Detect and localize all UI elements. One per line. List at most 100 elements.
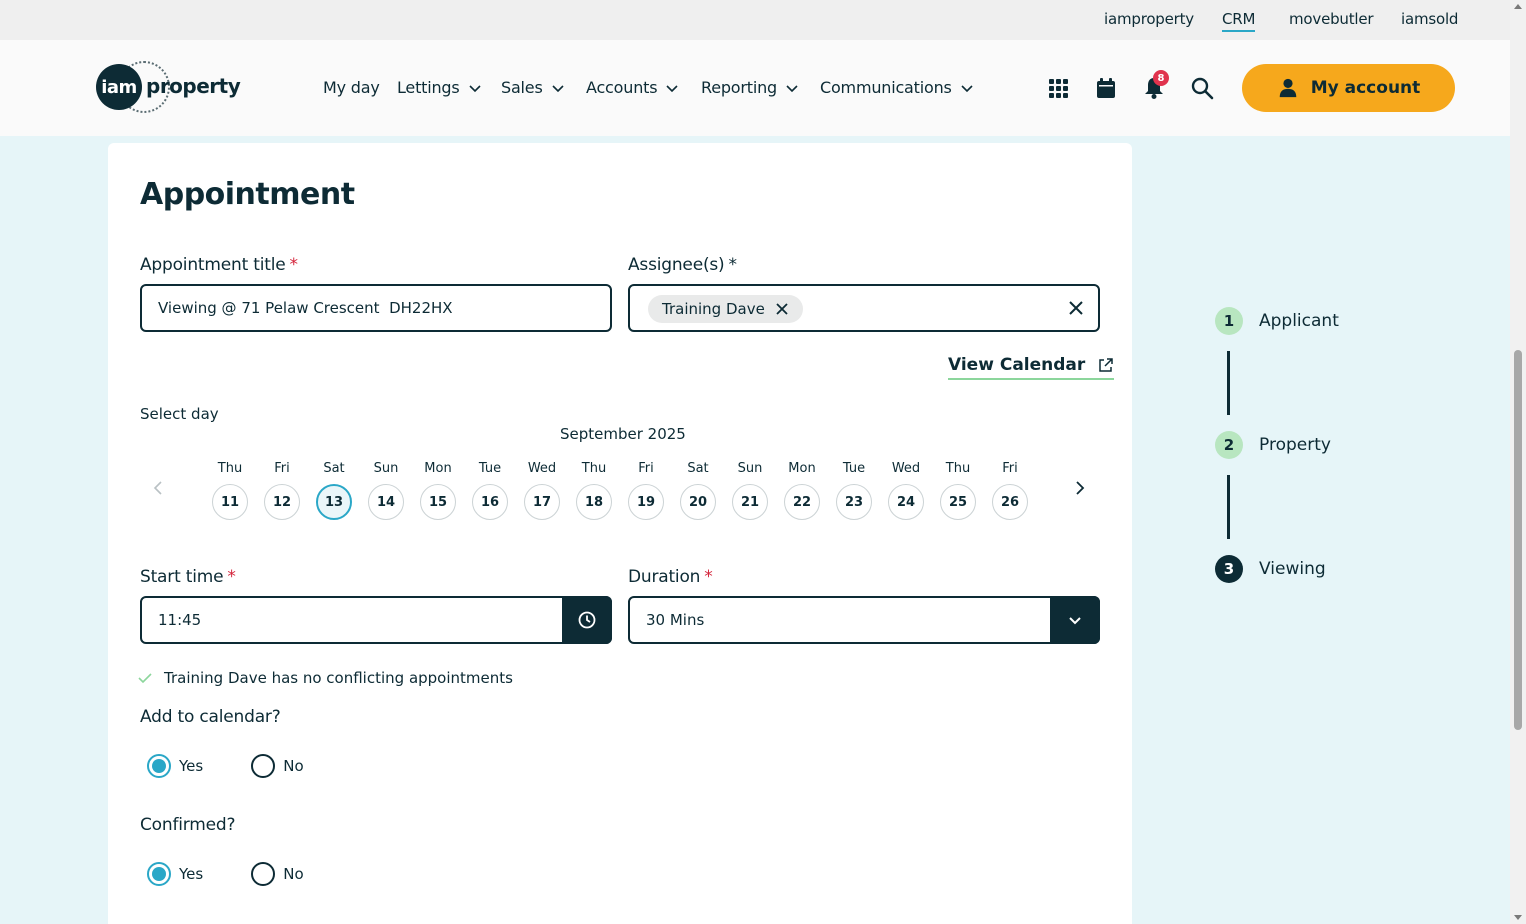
- day-number[interactable]: 15: [420, 484, 456, 520]
- nav-communications-label: Communications: [820, 78, 952, 97]
- scroll-up-arrow-icon[interactable]: [1514, 4, 1522, 9]
- external-link-icon: [1099, 357, 1114, 372]
- appointment-title-label-text: Appointment title: [140, 255, 286, 275]
- day-number[interactable]: 17: [524, 484, 560, 520]
- top-link-iamproperty[interactable]: iamproperty: [1104, 10, 1194, 28]
- day-number[interactable]: 24: [888, 484, 924, 520]
- appointment-title-input[interactable]: Viewing @ 71 Pelaw Crescent DH22HX: [140, 284, 612, 332]
- step-viewing[interactable]: 3 Viewing: [1215, 555, 1326, 583]
- day-number[interactable]: 18: [576, 484, 612, 520]
- day-option[interactable]: Fri 19: [628, 461, 664, 520]
- duration-dropdown-button[interactable]: [1050, 596, 1100, 644]
- time-picker-button[interactable]: [562, 596, 612, 644]
- start-time-label-text: Start time: [140, 567, 224, 587]
- step-applicant[interactable]: 1 Applicant: [1215, 307, 1339, 335]
- day-number[interactable]: 21: [732, 484, 768, 520]
- day-option[interactable]: Fri 12: [264, 461, 300, 520]
- day-option[interactable]: Tue 16: [472, 461, 508, 520]
- radio-label-yes: Yes: [179, 865, 204, 883]
- required-marker: *: [728, 255, 737, 275]
- day-option[interactable]: Wed 24: [888, 461, 924, 520]
- assignees-label: Assignee(s) *: [628, 255, 737, 275]
- user-icon: [1279, 78, 1296, 98]
- nav-sales[interactable]: Sales: [501, 78, 565, 97]
- day-number[interactable]: 22: [784, 484, 820, 520]
- day-name: Thu: [217, 461, 243, 476]
- clock-icon: [578, 611, 596, 629]
- day-name: Sat: [687, 461, 709, 476]
- day-option[interactable]: Sun 14: [368, 461, 404, 520]
- day-option[interactable]: Thu 18: [576, 461, 612, 520]
- step-property[interactable]: 2 Property: [1215, 431, 1331, 459]
- nav-my-day-label: My day: [323, 78, 380, 97]
- radio-indicator-selected: [147, 862, 171, 886]
- day-option[interactable]: Sat 20: [680, 461, 716, 520]
- day-number[interactable]: 23: [836, 484, 872, 520]
- remove-chip-icon[interactable]: [775, 302, 789, 316]
- day-number[interactable]: 11: [212, 484, 248, 520]
- add-to-calendar-radio-group: Yes No: [147, 754, 304, 778]
- confirmed-label: Confirmed?: [140, 815, 236, 835]
- start-time-input[interactable]: 11:45: [140, 596, 612, 644]
- day-number[interactable]: 16: [472, 484, 508, 520]
- nav-my-day[interactable]: My day: [323, 78, 380, 97]
- my-account-button[interactable]: My account: [1242, 64, 1455, 112]
- apps-grid-icon[interactable]: [1046, 76, 1070, 100]
- search-icon[interactable]: [1190, 76, 1214, 100]
- day-option[interactable]: Wed 17: [524, 461, 560, 520]
- day-name: Thu: [945, 461, 971, 476]
- calendar-icon[interactable]: [1094, 76, 1118, 100]
- day-number[interactable]: 19: [628, 484, 664, 520]
- day-option[interactable]: Fri 26: [992, 461, 1028, 520]
- day-option[interactable]: Thu 11: [212, 461, 248, 520]
- chevron-right-icon[interactable]: [1072, 480, 1088, 496]
- view-calendar-link[interactable]: View Calendar: [948, 355, 1115, 380]
- radio-indicator: [251, 754, 276, 778]
- day-option[interactable]: Sun 21: [732, 461, 768, 520]
- top-link-crm[interactable]: CRM: [1222, 10, 1255, 32]
- page-scrollbar[interactable]: [1510, 0, 1526, 924]
- step-number: 3: [1215, 555, 1243, 583]
- top-link-iamsold[interactable]: iamsold: [1401, 10, 1458, 28]
- appointment-card: Appointment Appointment title * Viewing @…: [108, 143, 1132, 924]
- day-option[interactable]: Sat 13: [316, 461, 352, 520]
- clear-assignees-icon[interactable]: [1068, 300, 1084, 316]
- chevron-down-icon: [1069, 617, 1081, 625]
- day-number[interactable]: 25: [940, 484, 976, 520]
- chevron-down-icon: [468, 84, 481, 92]
- radio-indicator: [251, 862, 276, 886]
- scroll-down-arrow-icon[interactable]: [1514, 915, 1522, 920]
- day-number[interactable]: 14: [368, 484, 404, 520]
- nav-accounts[interactable]: Accounts: [586, 78, 679, 97]
- day-option[interactable]: Tue 23: [836, 461, 872, 520]
- day-number[interactable]: 20: [680, 484, 716, 520]
- step-number: 2: [1215, 431, 1243, 459]
- assignees-input[interactable]: Training Dave: [628, 284, 1100, 332]
- day-number[interactable]: 13: [316, 484, 352, 520]
- confirmed-no-radio[interactable]: No: [251, 862, 304, 886]
- top-link-movebutler[interactable]: movebutler: [1289, 10, 1374, 28]
- confirmed-yes-radio[interactable]: Yes: [147, 862, 203, 886]
- nav-lettings[interactable]: Lettings: [397, 78, 482, 97]
- scrollbar-thumb[interactable]: [1514, 350, 1522, 730]
- add-to-calendar-no-radio[interactable]: No: [251, 754, 304, 778]
- day-option[interactable]: Mon 15: [420, 461, 456, 520]
- nav-sales-label: Sales: [501, 78, 543, 97]
- assignees-label-text: Assignee(s): [628, 255, 725, 275]
- brand-logo[interactable]: iam property: [96, 61, 241, 114]
- duration-select[interactable]: 30 Mins: [628, 596, 1100, 644]
- nav-communications[interactable]: Communications: [820, 78, 974, 97]
- assignee-chip-label: Training Dave: [662, 300, 765, 318]
- add-to-calendar-yes-radio[interactable]: Yes: [147, 754, 203, 778]
- nav-reporting[interactable]: Reporting: [701, 78, 799, 97]
- nav-reporting-label: Reporting: [701, 78, 777, 97]
- conflict-status: Training Dave has no conflicting appoint…: [138, 669, 513, 687]
- day-name: Sun: [373, 461, 399, 476]
- add-to-calendar-label: Add to calendar?: [140, 707, 281, 727]
- day-number[interactable]: 26: [992, 484, 1028, 520]
- duration-value: 30 Mins: [646, 611, 705, 629]
- day-option[interactable]: Mon 22: [784, 461, 820, 520]
- day-number[interactable]: 12: [264, 484, 300, 520]
- chevron-left-icon[interactable]: [150, 480, 166, 496]
- day-option[interactable]: Thu 25: [940, 461, 976, 520]
